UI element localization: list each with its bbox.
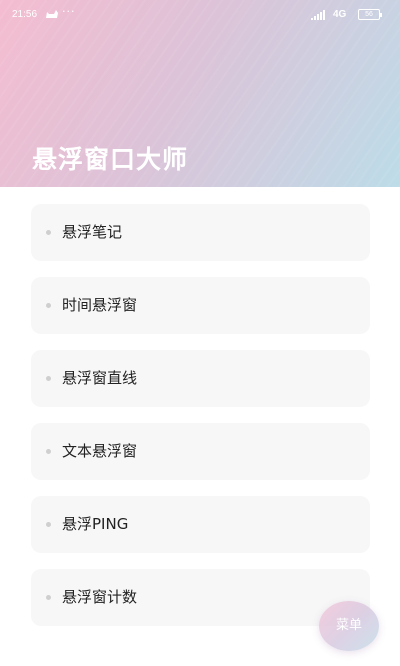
- menu-item-label: 悬浮PING: [62, 515, 129, 533]
- more-notifications-icon: ···: [62, 5, 76, 18]
- header-banner: 21:56 ··· 4G 56 悬浮窗口大师: [0, 0, 400, 187]
- battery-icon: 56: [358, 9, 382, 20]
- bullet-icon: [46, 230, 51, 235]
- bullet-icon: [46, 376, 51, 381]
- menu-item-label: 文本悬浮窗: [62, 442, 138, 460]
- bullet-icon: [46, 449, 51, 454]
- menu-item-floating-ping[interactable]: 悬浮PING: [31, 496, 370, 553]
- menu-item-label: 悬浮笔记: [62, 223, 123, 241]
- bullet-icon: [46, 522, 51, 527]
- menu-item-line-window[interactable]: 悬浮窗直线: [31, 350, 370, 407]
- menu-item-time-window[interactable]: 时间悬浮窗: [31, 277, 370, 334]
- bullet-icon: [46, 303, 51, 308]
- status-bar: 21:56 ··· 4G 56: [0, 0, 400, 30]
- page-title: 悬浮窗口大师: [32, 145, 189, 174]
- menu-item-counter-window[interactable]: 悬浮窗计数: [31, 569, 370, 626]
- network-type: 4G: [333, 9, 347, 20]
- menu-item-floating-notes[interactable]: 悬浮笔记: [31, 204, 370, 261]
- menu-item-label: 时间悬浮窗: [62, 296, 138, 314]
- menu-fab-button[interactable]: 菜单: [319, 601, 379, 651]
- menu-list: 悬浮笔记 时间悬浮窗 悬浮窗直线 文本悬浮窗 悬浮PING 悬浮窗计数: [31, 204, 370, 642]
- app-screen: 21:56 ··· 4G 56 悬浮窗口大师 悬浮笔记 时间悬浮窗 悬浮窗直线 …: [0, 0, 400, 666]
- menu-item-text-window[interactable]: 文本悬浮窗: [31, 423, 370, 480]
- menu-item-label: 悬浮窗直线: [62, 369, 138, 387]
- cat-icon: [46, 10, 58, 18]
- status-time: 21:56: [12, 9, 38, 20]
- signal-icon: [311, 10, 325, 20]
- bullet-icon: [46, 595, 51, 600]
- menu-item-label: 悬浮窗计数: [62, 588, 138, 606]
